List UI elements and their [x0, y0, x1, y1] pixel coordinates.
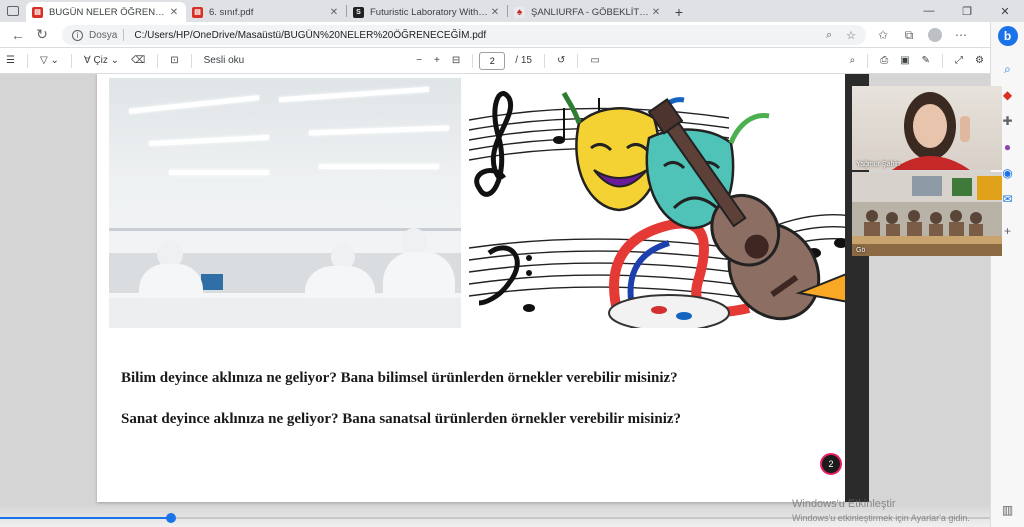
rotate-icon[interactable]: ↺ [551, 48, 571, 74]
watermark-subtitle: Windows'u etkinleştirmek için Ayarlar'a … [792, 513, 970, 523]
pdf-toolbar: ☰ ▽ ⌄ ∀ Çiz ⌄ ⌫ ⊡ Sesli oku − + ⊟ 2 / 15… [0, 48, 990, 74]
tab-title: BUGÜN NELER ÖĞRENECEĞİM.pdf [49, 6, 168, 18]
ceiling-light [149, 134, 269, 147]
protocol-label: Dosya [89, 29, 118, 41]
close-icon[interactable]: ✕ [168, 7, 180, 18]
window-controls: — ❐ ✕ [910, 0, 1024, 22]
favorites-icon[interactable]: ✩ [870, 28, 896, 42]
more-icon[interactable]: ⋯ [948, 28, 974, 42]
zoom-icon[interactable]: ⌕ [826, 29, 832, 42]
tab-title: Futuristic Laboratory With Divers [370, 6, 489, 18]
close-window-icon[interactable]: ✕ [986, 0, 1024, 22]
url-box[interactable]: i Dosya C:/Users/HP/OneDrive/Masaüstü/BU… [62, 25, 866, 45]
window-menu-icon[interactable] [0, 0, 26, 22]
url-divider [123, 29, 125, 41]
draw-button[interactable]: ∀ Çiz ⌄ [78, 48, 125, 74]
watermark-title: Windows'u Etkinleştir [792, 498, 896, 510]
address-bar: ← ↻ i Dosya C:/Users/HP/OneDrive/Masaüst… [0, 22, 1024, 48]
participant-2-feed [852, 172, 1002, 256]
fit-page-icon[interactable]: ⊟ [446, 48, 466, 74]
question-science: Bilim deyince aklınıza ne geliyor? Bana … [121, 370, 678, 386]
settings-gear-icon[interactable]: ⚙ [969, 48, 990, 74]
tab-title: ŞANLIURFA - GÖBEKLİTEPE ÖREN [531, 6, 650, 18]
ceiling-light [309, 125, 449, 136]
tab-strip: ▤ BUGÜN NELER ÖĞRENECEĞİM.pdf ✕ ▤ 6. sın… [0, 0, 1024, 22]
lab-floor [109, 298, 461, 328]
tab-bugun-neler[interactable]: ▤ BUGÜN NELER ÖĞRENECEĞİM.pdf ✕ [26, 2, 186, 22]
toolbar-divider [70, 53, 72, 68]
back-arrow-icon[interactable]: ← [6, 23, 30, 47]
activation-watermark: Windows'u Etkinleştir Windows'u etkinleş… [792, 497, 970, 525]
pdf-viewer[interactable]: Bilim deyince aklınıza ne geliyor? Bana … [0, 74, 990, 527]
tab-sanliurfa[interactable]: ♠ ŞANLIURFA - GÖBEKLİTEPE ÖREN ✕ [508, 2, 668, 22]
toolbar-divider [26, 53, 28, 68]
print-icon[interactable]: ⎙ [874, 48, 894, 74]
save-as-icon[interactable]: ✎ [916, 48, 936, 74]
video-participant-2[interactable]: Gö [852, 172, 1002, 256]
toolbar-divider [472, 53, 474, 68]
collections-icon[interactable]: ⧉ [896, 28, 922, 43]
toolbar-divider [577, 53, 579, 68]
toolbar-divider [543, 53, 545, 68]
toolbar-divider [157, 53, 159, 68]
total-pages: / 15 [515, 55, 532, 66]
participant-1-feed [892, 92, 970, 170]
question-art: Sanat deyince aklınıza ne geliyor? Bana … [121, 411, 682, 427]
minimize-icon[interactable]: — [910, 0, 948, 22]
toolbar-divider [867, 53, 869, 68]
close-icon[interactable]: ✕ [328, 7, 340, 18]
close-icon[interactable]: ✕ [650, 7, 662, 18]
refresh-icon[interactable]: ↻ [30, 23, 54, 47]
draw-label: Çiz [93, 55, 108, 66]
pdf-icon: ▤ [32, 6, 43, 18]
browser-actions: ✩ ⧉ ⋯ [870, 22, 974, 48]
maximize-icon[interactable]: ❐ [948, 0, 986, 22]
participant-1-name: Yağmur Şahin [856, 161, 900, 168]
favorite-star-icon[interactable]: ☆ [846, 29, 856, 42]
s-icon: S [353, 6, 364, 18]
ceiling-light [319, 164, 439, 169]
toolbar-divider [942, 53, 944, 68]
read-aloud-button[interactable]: Sesli oku [198, 48, 251, 74]
tab-title: 6. sınıf.pdf [209, 6, 254, 18]
text-view-icon[interactable]: ⊡ [164, 48, 184, 74]
lab-monitor [201, 274, 223, 290]
url-text[interactable]: C:/Users/HP/OneDrive/Masaüstü/BUGÜN%20NE… [134, 30, 812, 41]
ceiling-light [169, 170, 269, 175]
bing-icon[interactable]: b [997, 26, 1018, 46]
ceiling-light [129, 95, 259, 114]
eraser-icon[interactable]: ⌫ [125, 48, 151, 74]
progress-fill [0, 517, 170, 519]
new-tab-button[interactable]: + [668, 2, 690, 22]
participant-count-badge[interactable]: 2 [820, 453, 842, 475]
profile-avatar[interactable] [928, 28, 942, 42]
pdf-icon: ▤ [192, 6, 203, 18]
zoom-out-icon[interactable]: − [410, 48, 428, 74]
web-icon: ♠ [514, 6, 525, 18]
video-participant-1[interactable]: Yağmur Şahin [852, 86, 1002, 170]
theatre-music-illustration [469, 91, 864, 328]
laboratory-image [109, 78, 461, 328]
page-view-icon[interactable]: ▭ [584, 48, 605, 74]
ceiling-light [279, 86, 429, 103]
participant-2-name: Gö [856, 247, 866, 254]
info-icon[interactable]: i [72, 29, 83, 41]
highlight-icon[interactable]: ▽ ⌄ [34, 48, 65, 74]
close-icon[interactable]: ✕ [489, 7, 501, 18]
draw-icon: ∀ [83, 55, 94, 66]
progress-handle[interactable] [166, 513, 176, 523]
arts-image [469, 78, 864, 328]
sidebar-search-icon[interactable]: ⌕ [998, 58, 1018, 80]
contents-icon[interactable]: ☰ [0, 48, 21, 74]
sidebar-layout-icon[interactable]: ▥ [998, 499, 1018, 521]
search-icon[interactable]: ⌕ [844, 48, 862, 74]
page-number-input[interactable]: 2 [479, 51, 506, 70]
zoom-in-icon[interactable]: + [428, 48, 446, 74]
toolbar-divider [190, 53, 192, 68]
tab-futuristic-lab[interactable]: S Futuristic Laboratory With Divers ✕ [347, 2, 507, 22]
tab-6-sinif[interactable]: ▤ 6. sınıf.pdf ✕ [186, 2, 346, 22]
pdf-page: Bilim deyince aklınıza ne geliyor? Bana … [97, 74, 864, 502]
save-icon[interactable]: ▣ [894, 48, 915, 74]
fullscreen-icon[interactable]: ⤢ [949, 48, 969, 74]
